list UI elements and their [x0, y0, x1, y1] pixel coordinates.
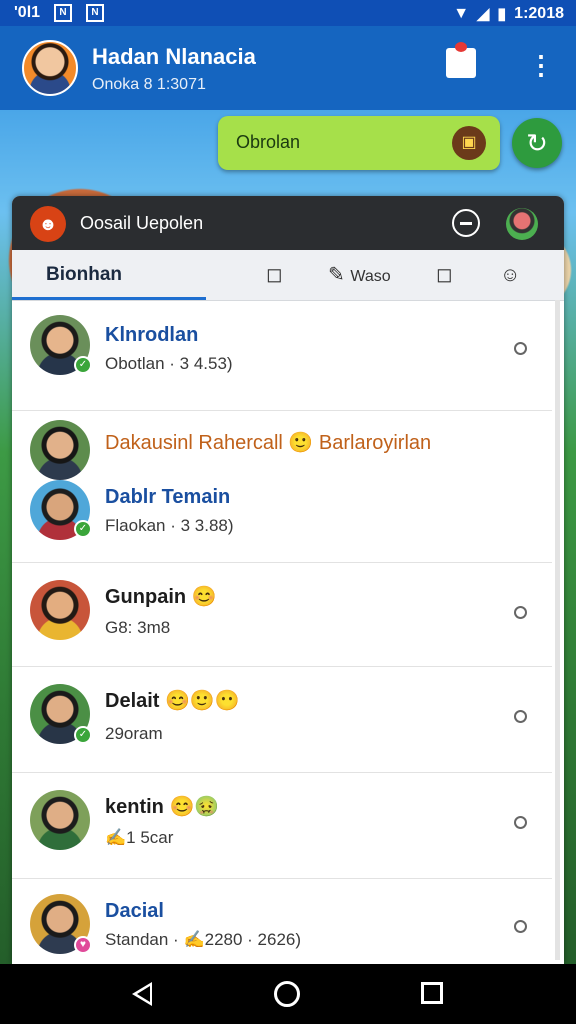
minimize-icon[interactable]: [452, 209, 480, 237]
status-badge: ✓: [74, 726, 92, 744]
status-time: 1:2018: [514, 5, 564, 22]
status-left-text: '0l1: [14, 4, 41, 21]
chat-panel: ☻ Oosail Uepolen Bionhan ◻ ✎ Waso ◻ ☺ ✓ …: [12, 196, 564, 964]
comment-icon[interactable]: ◻: [436, 262, 453, 288]
notification-icon-2: N: [86, 4, 105, 22]
home-icon[interactable]: [274, 981, 300, 1007]
tab-bionhan[interactable]: Bionhan: [12, 250, 206, 300]
obrolan-pill-button[interactable]: Obrolan ▣: [218, 116, 500, 170]
chat-row[interactable]: kentin 😊🤢 ✍1 5car: [12, 772, 552, 879]
chat-bubble-icon[interactable]: ◻: [266, 262, 283, 288]
select-radio[interactable]: [514, 606, 527, 619]
chat-row[interactable]: ✓ Delait 😊🙂😶 29oram: [12, 666, 552, 773]
pill-label: Obrolan: [236, 132, 301, 152]
wifi-icon: ▼: [453, 5, 470, 22]
last-message: Standan · ✍2280 · 2626): [105, 930, 302, 949]
select-radio[interactable]: [514, 816, 527, 829]
chat-row[interactable]: ♥ Dacial Standan · ✍2280 · 2626): [12, 878, 552, 964]
notification-icon: N: [54, 4, 73, 22]
select-radio[interactable]: [514, 342, 527, 355]
chest-icon: ▣: [452, 126, 486, 160]
tab-edit-label: Waso: [350, 268, 391, 285]
calendar-icon[interactable]: [446, 42, 476, 78]
contact-name: Klnrodlan: [105, 324, 199, 346]
system-nav-bar: [0, 964, 576, 1024]
contact-name: Delait 😊🙂😶: [105, 690, 240, 712]
recent-apps-icon[interactable]: [421, 982, 443, 1004]
contact-name: Gunpain 😊: [105, 586, 217, 608]
back-icon[interactable]: [132, 982, 152, 1006]
avatar: [30, 790, 90, 850]
chat-row[interactable]: ✓ Klnrodlan Obotlan · 3 4.53): [12, 300, 552, 411]
chat-row[interactable]: Gunpain 😊 G8: 3m8: [12, 562, 552, 667]
contact-name: kentin 😊🤢: [105, 796, 220, 818]
battery-icon: ▮: [497, 6, 507, 23]
tab-bar: Bionhan ◻ ✎ Waso ◻ ☺: [12, 250, 564, 301]
last-message: Obotlan · 3 4.53): [105, 354, 233, 373]
last-message: G8: 3m8: [105, 618, 171, 637]
tab-edit[interactable]: ✎ Waso: [328, 262, 391, 288]
last-message: Flaokan · 3 3.88): [105, 516, 234, 535]
last-message: ✍1 5car: [105, 828, 174, 847]
pencil-icon: ✎: [328, 264, 345, 286]
status-badge: ✓: [74, 356, 92, 374]
app-subtitle: Onoka 8 1:3071: [92, 76, 206, 93]
scrollbar[interactable]: [555, 300, 560, 960]
signal-icon: ◢: [477, 6, 490, 23]
heart-badge-icon: ♥: [74, 936, 92, 954]
more-options-icon[interactable]: ⋮: [528, 48, 554, 82]
select-radio[interactable]: [514, 710, 527, 723]
contact-name: Dacial: [105, 900, 164, 922]
app-bar: Hadan Nlanacia Onoka 8 1:3071 ⋮: [0, 26, 576, 110]
avatar: [30, 580, 90, 640]
panel-logo-icon: ☻: [30, 206, 66, 242]
app-title: Hadan Nlanacia: [92, 44, 256, 69]
status-bar: '0l1 N N ▼ ◢ ▮ 1:2018: [0, 0, 576, 26]
select-radio[interactable]: [514, 920, 527, 933]
last-message: 29oram: [105, 724, 163, 743]
panel-header: ☻ Oosail Uepolen: [12, 196, 564, 250]
chat-row[interactable]: ✓ Dablr Temain Flaokan · 3 3.88): [12, 462, 552, 563]
panel-title: Oosail Uepolen: [80, 213, 204, 233]
tab-bionhan-label: Bionhan: [46, 264, 122, 285]
status-badge: ✓: [74, 520, 92, 538]
emoji-menu-icon[interactable]: ☺: [500, 262, 520, 288]
profile-avatar[interactable]: [22, 40, 78, 96]
contact-name: Dakausinl Rahercall 🙂 Barlaroyirlan: [105, 432, 432, 454]
contact-name: Dablr Temain: [105, 486, 231, 508]
panel-avatar[interactable]: [506, 208, 538, 240]
compose-fab-button[interactable]: ↻: [512, 118, 562, 168]
